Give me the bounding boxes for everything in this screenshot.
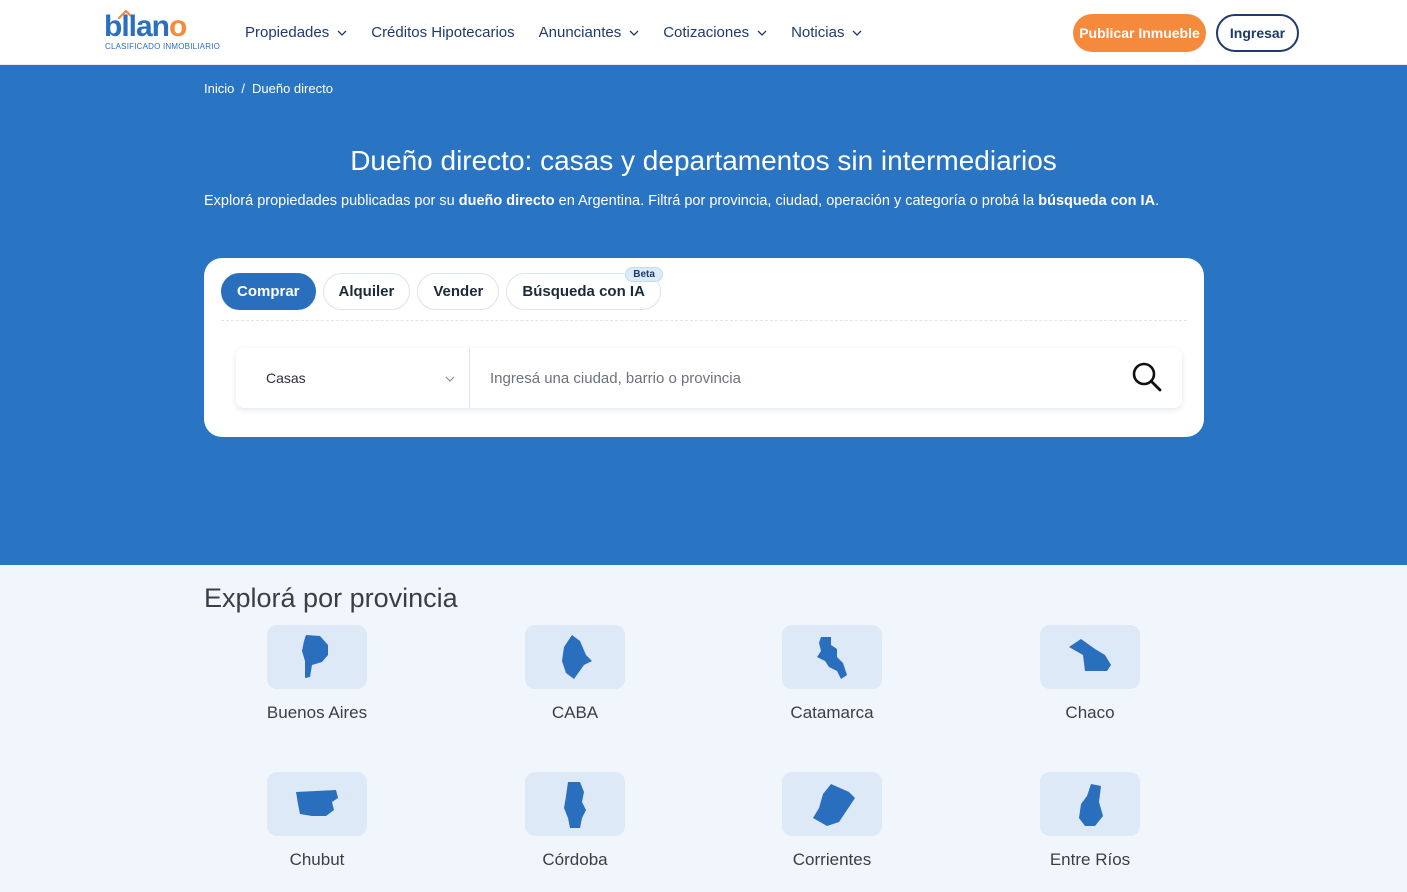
province-card-corrientes[interactable]: Corrientes [752, 772, 912, 892]
province-tile [267, 772, 367, 836]
page-title: Dueño directo: casas y departamentos sin… [350, 145, 1057, 176]
province-card-buenos-aires[interactable]: Buenos Aires [237, 625, 397, 745]
search-bar: Casas [236, 348, 1182, 408]
logo-wordmark: bllano [104, 10, 187, 43]
logo[interactable]: bllano CLASIFICADO INMOBILIARIO [104, 9, 224, 54]
chubut-map-icon [296, 790, 338, 816]
provinces-section-title: Explorá por provincia [204, 583, 458, 613]
province-label: Chubut [289, 850, 345, 869]
cordoba-map-icon [564, 782, 586, 828]
breadcrumb: Inicio / Dueño directo [204, 81, 340, 96]
province-label: Córdoba [542, 850, 608, 869]
hero-section: Inicio / Dueño directo Dueño directo: ca… [0, 65, 1407, 565]
province-label: Corrientes [792, 850, 872, 869]
login-button[interactable]: Ingresar [1216, 14, 1299, 52]
province-card-entre-rios[interactable]: Entre Ríos [1010, 772, 1170, 892]
catamarca-map-icon [817, 637, 847, 679]
search-card: Comprar Alquiler Vender Búsqueda con IA … [204, 258, 1204, 437]
chaco-map-icon [1069, 639, 1111, 671]
breadcrumb-current: Dueño directo [251, 81, 333, 96]
tab-busqueda-ia[interactable]: Búsqueda con IA Beta [506, 267, 663, 310]
tab-vender[interactable]: Vender [417, 273, 500, 310]
beta-badge: Beta [625, 267, 663, 282]
tab-alquiler[interactable]: Alquiler [322, 273, 411, 310]
province-tile [782, 772, 882, 836]
breadcrumb-home-link[interactable]: Inicio [204, 81, 234, 96]
publish-property-button[interactable]: Publicar Inmueble [1073, 14, 1206, 52]
page-subtitle: Explorá propiedades publicadas por su du… [204, 193, 1160, 209]
main-nav: Propiedades Créditos Hipotecarios Anunci… [245, 0, 886, 65]
province-tile [525, 772, 625, 836]
province-tile [1040, 772, 1140, 836]
tabs-divider [221, 320, 1187, 321]
province-label: Chaco [1065, 703, 1115, 722]
province-tile [267, 625, 367, 689]
corrientes-map-icon [813, 784, 855, 826]
nav-creditos-hipotecarios[interactable]: Créditos Hipotecarios [371, 24, 514, 41]
province-tile [782, 625, 882, 689]
chevron-down-icon [337, 30, 347, 36]
tab-busqueda-ia-label: Búsqueda con IA [522, 283, 645, 300]
category-select[interactable]: Casas [236, 348, 470, 408]
province-card-chaco[interactable]: Chaco [1010, 625, 1170, 745]
site-header: bllano CLASIFICADO INMOBILIARIO Propieda… [0, 0, 1407, 65]
province-card-caba[interactable]: CABA [495, 625, 655, 745]
chevron-down-icon [757, 30, 767, 36]
province-label: Catamarca [790, 703, 874, 722]
chevron-down-icon [852, 30, 862, 36]
location-search-input[interactable] [490, 358, 1110, 398]
operation-tabs: Comprar Alquiler Vender Búsqueda con IA … [221, 267, 668, 310]
province-label: Buenos Aires [266, 703, 368, 722]
province-label: CABA [551, 703, 599, 722]
province-tile [1040, 625, 1140, 689]
nav-anunciantes[interactable]: Anunciantes [539, 24, 640, 41]
province-tile [525, 625, 625, 689]
province-card-catamarca[interactable]: Catamarca [752, 625, 912, 745]
caba-map-icon [562, 635, 592, 679]
province-card-cordoba[interactable]: Córdoba [495, 772, 655, 892]
buenos-aires-map-icon [302, 635, 328, 678]
chevron-down-icon [445, 376, 455, 382]
search-icon[interactable] [1130, 360, 1164, 394]
nav-propiedades[interactable]: Propiedades [245, 24, 347, 41]
breadcrumb-separator: / [241, 81, 245, 96]
logo-subtitle: CLASIFICADO INMOBILIARIO [105, 42, 221, 51]
entre-rios-map-icon [1079, 784, 1103, 826]
category-select-value: Casas [266, 370, 306, 386]
province-card-chubut[interactable]: Chubut [237, 772, 397, 892]
province-label: Entre Ríos [1049, 850, 1131, 869]
chevron-down-icon [629, 30, 639, 36]
tab-comprar[interactable]: Comprar [221, 273, 316, 310]
nav-noticias[interactable]: Noticias [791, 24, 862, 41]
nav-cotizaciones[interactable]: Cotizaciones [663, 24, 767, 41]
